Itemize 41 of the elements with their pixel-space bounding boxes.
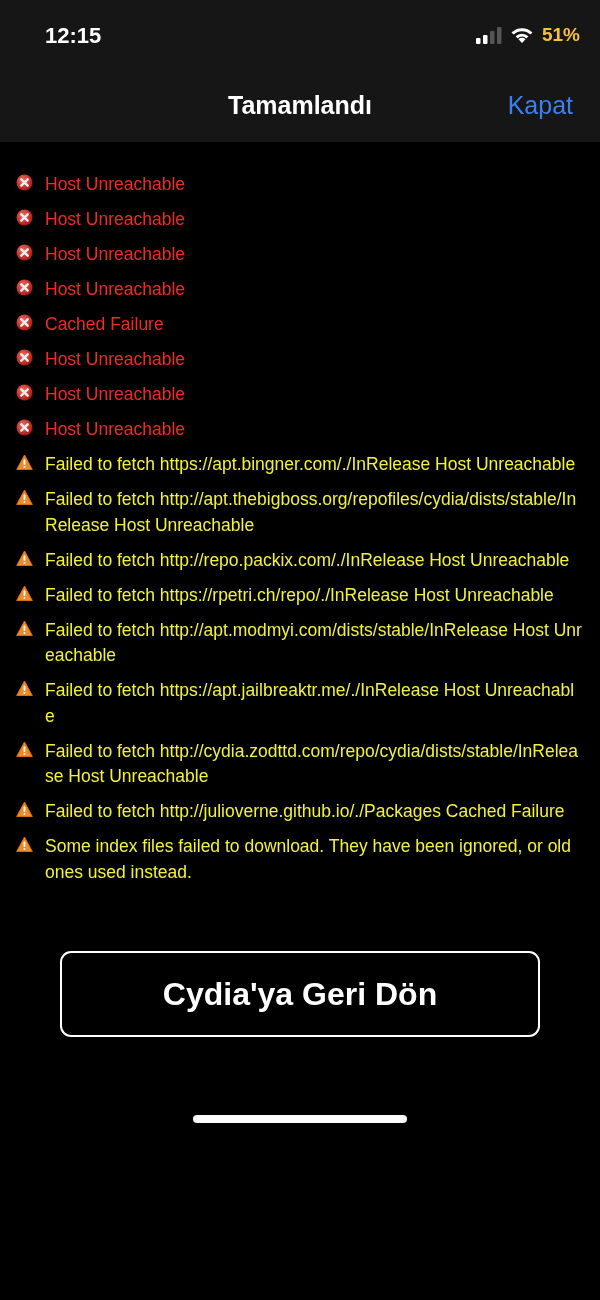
- log-message: Failed to fetch https://apt.jailbreaktr.me/./InRelease Host Unreachable: [45, 679, 576, 728]
- wifi-icon: [509, 26, 534, 44]
- log-message: Failed to fetch http://repo.packix.com/./InRelease Host Unreachable: [45, 548, 570, 572]
- log-message: Failed to fetch http://apt.thebigboss.org/repofiles/cydia/dists/stable/InRelease Host Unreachable: [45, 488, 578, 537]
- error-icon: [16, 314, 33, 331]
- warning-icon: [16, 584, 33, 602]
- log-message: Cached Failure: [45, 313, 164, 336]
- error-icon: [16, 244, 33, 261]
- log-message: Failed to fetch https://apt.bingner.com/./InRelease Host Unreachable: [45, 453, 576, 476]
- battery-percentage: 51%: [541, 22, 580, 47]
- warning-icon: [16, 549, 33, 567]
- log-message: Host Unreachable: [45, 383, 186, 406]
- error-icon: [16, 279, 33, 296]
- log-message: Some index files failed to download. They have been ignored, or old ones used instead.: [45, 835, 572, 884]
- log-message: Failed to fetch https://rpetri.ch/repo/./InRelease Host Unreachable: [45, 583, 554, 607]
- warning-icon: [16, 680, 33, 697]
- error-icon: [16, 209, 33, 226]
- nav-title: Tamamlandı: [228, 90, 372, 122]
- warning-icon: [16, 489, 33, 506]
- log-message: Host Unreachable: [45, 278, 186, 301]
- error-icon: [16, 349, 33, 366]
- error-icon: [16, 384, 33, 401]
- warning-icon: [16, 740, 33, 758]
- log-message: Host Unreachable: [45, 173, 186, 196]
- signal-icon: [475, 26, 502, 44]
- warning-icon: [16, 454, 33, 471]
- warning-icon: [16, 801, 33, 818]
- close-button[interactable]: Kapat: [507, 87, 573, 125]
- log-message: Host Unreachable: [45, 243, 186, 266]
- warning-icon: [16, 619, 33, 637]
- return-button[interactable]: Cydia'ya Geri Dön: [60, 951, 540, 1037]
- error-icon: [16, 419, 33, 436]
- log-message: Failed to fetch http://cydia.zodttd.com/repo/cydia/dists/stable/InRelease Host Unreachable: [45, 739, 580, 788]
- warning-icon: [16, 836, 33, 853]
- log-message: Host Unreachable: [45, 348, 186, 371]
- log-message: Host Unreachable: [45, 208, 186, 231]
- log-message: Host Unreachable: [45, 418, 186, 441]
- log-message: Failed to fetch http://apt.modmyi.com/dists/stable/InRelease Host Unreachable: [45, 618, 582, 667]
- error-icon: [16, 174, 33, 191]
- log-message: Failed to fetch http://julioverne.github.io/./Packages Cached Failure: [45, 800, 565, 823]
- status-time: 12:15: [45, 21, 102, 50]
